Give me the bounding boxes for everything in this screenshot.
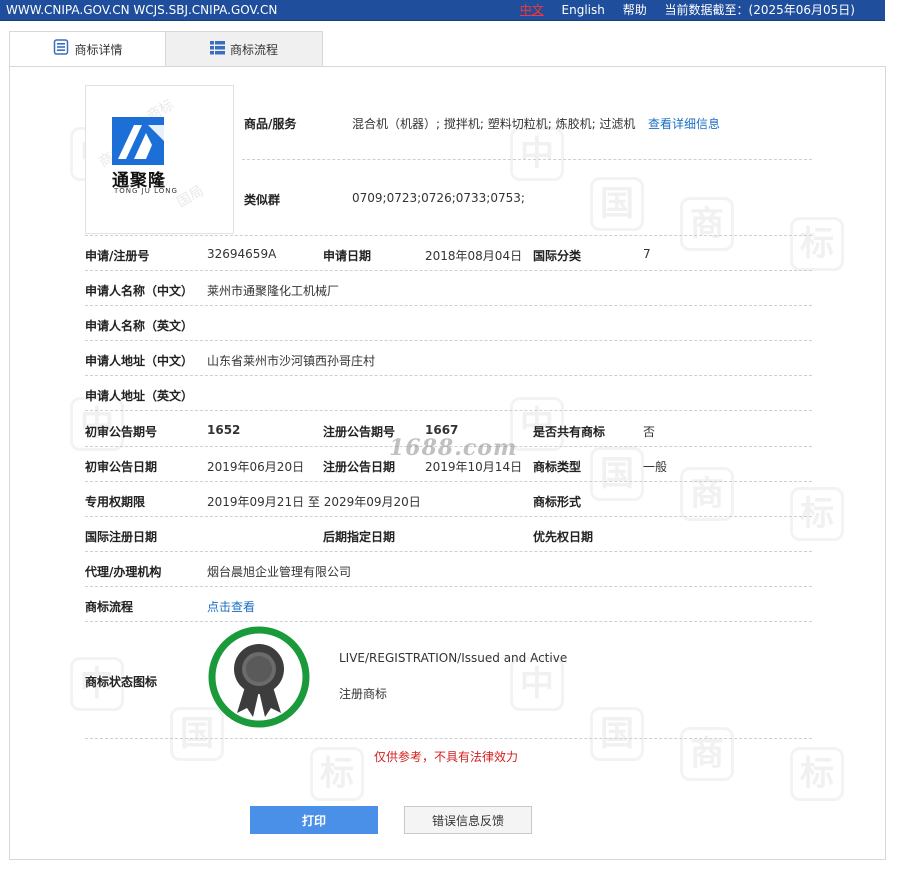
background-watermark-glyph: 国 [590,707,644,761]
applicant-en-label: 申请人名称（英文） [85,319,194,333]
background-watermark-glyph: 标 [310,747,364,801]
print-button[interactable]: 打印 [250,806,378,834]
prelim-date-value: 2019年06月20日 [207,460,305,474]
address-cn-value: 山东省莱州市沙河镇西孙哥庄村 [207,354,376,368]
brand-logo-icon [112,117,164,165]
reg-pub-date-label: 注册公告日期 [323,460,396,474]
tm-type-value: 一般 [643,460,668,474]
divider [85,551,812,552]
top-bar: WWW.CNIPA.GOV.CN WCJS.SBJ.CNIPA.GOV.CN 中… [0,0,885,21]
brand-name-en: TONG JU LONG [114,187,178,195]
site-domains: WWW.CNIPA.GOV.CN WCJS.SBJ.CNIPA.GOV.CN [6,3,278,17]
agent-value: 烟台晨旭企业管理有限公司 [207,565,352,579]
stamp-watermark-glyph: 国局 [174,182,207,211]
tab-trademark-details[interactable]: 商标详情 [9,31,167,68]
applicant-cn-value: 莱州市通聚隆化工机械厂 [207,284,340,298]
app-date-label: 申请日期 [323,249,372,263]
list-icon [209,33,225,69]
divider [85,481,812,482]
tab-label: 商标详情 [74,43,123,57]
divider [85,586,812,587]
priority-date-label: 优先权日期 [533,530,594,544]
status-cn-value: 注册商标 [339,687,388,701]
background-watermark-glyph: 标 [790,487,844,541]
shared-label: 是否共有商标 [533,425,606,439]
top-links: 中文 English 帮助 当前数据截至：(2025年06月05日) [506,0,855,20]
later-designation-label: 后期指定日期 [323,530,396,544]
data-date: 当前数据截至：(2025年06月05日) [664,3,855,17]
divider [242,159,812,160]
reg-no-value: 32694659A [207,247,277,261]
divider [85,305,812,306]
background-watermark-glyph: 标 [790,217,844,271]
lang-english-link[interactable]: English [562,3,605,17]
address-cn-label: 申请人地址（中文） [85,354,194,368]
tab-label: 商标流程 [229,43,278,57]
background-watermark-glyph: 商 [680,467,734,521]
background-watermark-glyph: 商 [680,197,734,251]
site-watermark: 1688.com [389,435,518,461]
tm-form-label: 商标形式 [533,495,582,509]
divider [85,375,812,376]
legal-disclaimer: 仅供参考，不具有法律效力 [374,750,519,764]
address-en-label: 申请人地址（英文） [85,389,194,403]
applicant-cn-label: 申请人名称（中文） [85,284,194,298]
trademark-image: 商标 商标 国局 通聚隆 TONG JU LONG [85,85,234,234]
process-label: 商标流程 [85,600,134,614]
agent-label: 代理/办理机构 [85,565,162,579]
similar-group-value: 0709;0723;0726;0733;0753; [352,191,525,205]
prelim-date-label: 初审公告日期 [85,460,158,474]
reg-no-label: 申请/注册号 [85,249,150,263]
prelim-no-value: 1652 [207,423,241,437]
divider [85,621,812,622]
background-watermark-glyph: 国 [590,177,644,231]
background-watermark-glyph: 中 [510,127,564,181]
error-feedback-button[interactable]: 错误信息反馈 [404,806,532,834]
shared-value: 否 [643,425,656,439]
lang-chinese-link[interactable]: 中文 [520,3,544,17]
background-watermark-glyph: 中 [510,657,564,711]
background-watermark-glyph: 标 [790,747,844,801]
help-link[interactable]: 帮助 [623,3,647,17]
registered-status-badge-icon [208,626,310,728]
app-date-value: 2018年08月04日 [425,249,523,263]
document-icon [53,33,69,69]
background-watermark-glyph: 商 [680,727,734,781]
goods-value: 混合机（机器）; 搅拌机; 塑料切粒机; 炼胶机; 过滤机 [352,117,636,131]
divider [85,270,812,271]
background-watermark-glyph: 国 [590,447,644,501]
divider [85,516,812,517]
divider [85,340,812,341]
status-icon-label: 商标状态图标 [85,675,158,689]
view-details-link[interactable]: 查看详细信息 [648,115,720,132]
goods-label: 商品/服务 [244,117,297,131]
intl-class-value: 7 [643,247,651,261]
term-label: 专用权期限 [85,495,146,509]
divider [85,410,812,411]
divider [85,738,812,739]
intl-class-label: 国际分类 [533,249,582,263]
tm-type-label: 商标类型 [533,460,582,474]
process-view-link[interactable]: 点击查看 [207,598,255,615]
tab-trademark-process[interactable]: 商标流程 [165,31,323,68]
intl-reg-date-label: 国际注册日期 [85,530,158,544]
similar-group-label: 类似群 [244,193,281,207]
details-panel: 中 中 国 商 标 中 中 国 商 标 中 中 国 商 标 国 标 商标 商标 … [9,66,886,860]
prelim-no-label: 初审公告期号 [85,425,158,439]
divider [85,235,812,236]
status-en-value: LIVE/REGISTRATION/Issued and Active [339,651,568,665]
reg-pub-no-label: 注册公告期号 [323,425,396,439]
term-value: 2019年09月21日 至 2029年09月20日 [207,495,421,509]
